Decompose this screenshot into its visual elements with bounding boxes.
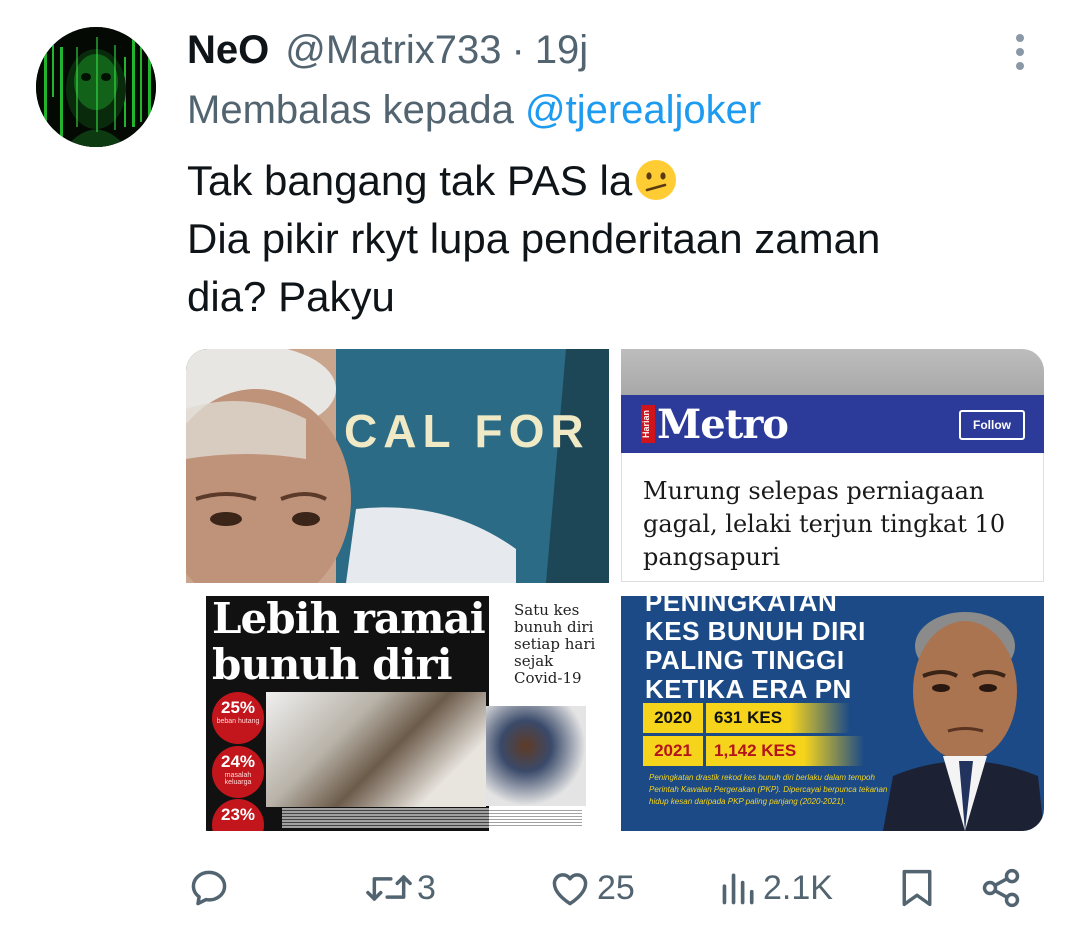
infographic-line: PENINGKATAN — [645, 596, 838, 617]
tweet-line-1-text: Tak bangang tak PAS la — [187, 157, 633, 204]
replying-to: Membalas kepada @tjerealjoker — [187, 88, 761, 133]
confused-face-emoji-icon — [636, 160, 677, 200]
tweet-text: Tak bangang tak PAS la Dia pikir rkyt lu… — [187, 152, 1037, 326]
like-button[interactable]: 25 — [547, 860, 635, 916]
stat-circle-2: 24% masalah keluarga — [212, 746, 264, 798]
media-image-2[interactable]: Harian Metro Follow Murung selepas perni… — [621, 349, 1044, 583]
row-value: 1,142 KES — [706, 736, 805, 766]
newspaper-title-line: bunuh diri — [212, 640, 453, 689]
row-fade — [804, 736, 865, 766]
media-image-1[interactable]: CAL FOR — [186, 349, 609, 583]
separator-dot: · — [511, 27, 525, 72]
stat-circle-1: 25% beban hutang — [212, 692, 264, 744]
infographic-line: KES BUNUH DIRI — [645, 616, 866, 646]
retweet-count: 3 — [417, 868, 436, 907]
like-count: 25 — [597, 868, 635, 907]
display-name[interactable]: NeO — [187, 28, 269, 73]
newspaper-title: Lebih ramai bunuh diri — [212, 596, 486, 689]
views-button[interactable]: 2.1K — [719, 860, 833, 916]
infographic-row-2020: 2020 631 KES — [643, 703, 851, 733]
views-icon — [722, 873, 754, 905]
tweet-line-2: Dia pikir rkyt lupa penderitaan zaman — [187, 215, 881, 262]
more-icon — [1016, 34, 1024, 70]
stat-value: 24% — [220, 752, 256, 771]
infographic-caption: Peningkatan drastik rekod kes bunuh diri… — [649, 773, 888, 806]
metro-headline-line: Murung selepas perniagaan — [643, 477, 985, 505]
row-year: 2020 — [643, 703, 703, 733]
stat-label: masalah keluarga — [224, 772, 252, 786]
metro-headline-line: pangsapuri — [643, 543, 781, 571]
stat-label: beban hutang — [216, 718, 260, 725]
infographic-line: KETIKA ERA PN — [645, 674, 852, 704]
infographic-headline: PENINGKATAN KES BUNUH DIRI PALING TINGGI… — [645, 596, 866, 704]
media-image-4[interactable]: PENINGKATAN KES BUNUH DIRI PALING TINGGI… — [621, 596, 1044, 831]
stat-value: 25% — [220, 698, 256, 717]
metro-gray-band — [621, 349, 1044, 395]
newspaper-title-line: Lebih ramai — [212, 596, 486, 643]
replying-to-label: Membalas kepada — [187, 88, 514, 132]
metro-harian-tag: Harian — [641, 405, 655, 443]
retweet-button[interactable]: 3 — [365, 860, 436, 916]
tweet-line-3: dia? Pakyu — [187, 273, 395, 320]
bookmark-button[interactable] — [897, 860, 937, 916]
metro-logo: Metro — [657, 401, 789, 448]
more-options-button[interactable] — [1000, 30, 1040, 74]
infographic-row-2021: 2021 1,142 KES — [643, 736, 865, 766]
matrix-avatar-image — [36, 27, 156, 147]
row-year: 2021 — [643, 736, 703, 766]
newspaper-photo-2 — [486, 706, 586, 806]
views-count: 2.1K — [763, 868, 833, 907]
metro-headline: Murung selepas perniagaan gagal, lelaki … — [643, 475, 1023, 574]
tweet-line-1: Tak bangang tak PAS la — [187, 152, 1037, 210]
bookmark-icon — [902, 869, 932, 907]
photo-man-blue-shirt — [186, 349, 609, 583]
avatar[interactable] — [36, 27, 156, 147]
metro-follow-button: Follow — [959, 410, 1025, 440]
media-image-3[interactable]: Lebih ramai bunuh diri Satu kes bunuh di… — [186, 596, 609, 831]
retweet-icon — [366, 875, 412, 901]
reply-icon — [191, 870, 227, 906]
row-fade — [790, 703, 851, 733]
share-icon — [982, 868, 1020, 908]
timestamp[interactable]: 19j — [535, 28, 588, 73]
media-grid: CAL FOR Harian Metro Follow Murung selep… — [186, 349, 1044, 831]
newspaper-side-text: Satu kes bunuh diri setiap hari sejak Co… — [514, 601, 596, 687]
user-handle[interactable]: @Matrix733 — [285, 28, 501, 73]
reply-handle-link[interactable]: @tjerealjoker — [525, 88, 761, 132]
infographic-line: PALING TINGGI — [645, 645, 845, 675]
metro-headline-line: gagal, lelaki terjun tingkat 10 — [643, 510, 1006, 538]
reply-button[interactable] — [187, 860, 235, 916]
row-value: 631 KES — [706, 703, 791, 733]
newspaper-body-text — [282, 808, 582, 828]
politician-portrait — [883, 612, 1044, 831]
shirt-text: CAL FOR — [344, 405, 590, 457]
tweet-action-bar: 3 25 2.1K — [187, 860, 1047, 916]
share-button[interactable] — [979, 860, 1023, 916]
stat-value: 23% — [220, 805, 256, 824]
tweet-header: NeO @Matrix733 · 19j — [187, 22, 588, 78]
newspaper-photo — [266, 692, 486, 807]
like-icon — [552, 873, 588, 906]
